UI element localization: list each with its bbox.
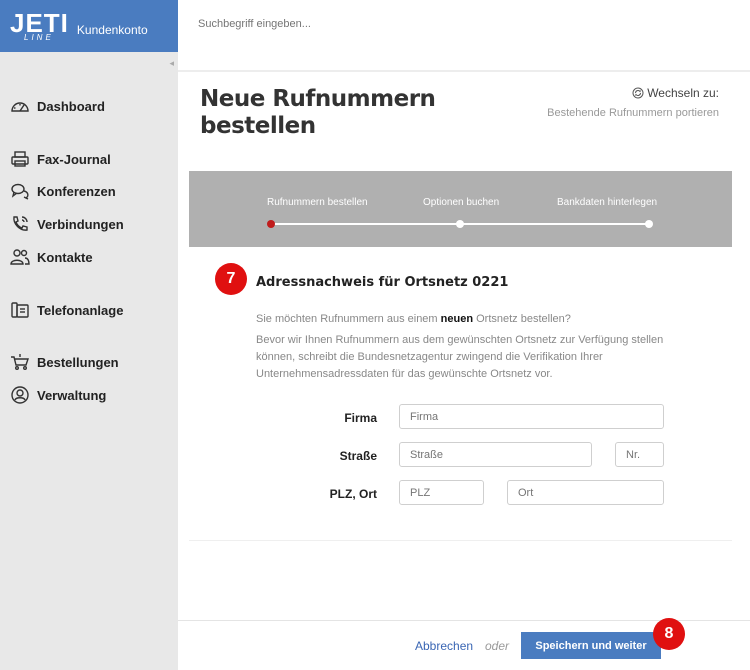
sidebar-item-dashboard[interactable]: Dashboard [10,97,105,115]
firma-field[interactable] [399,404,664,429]
user-circle-icon [11,386,29,404]
switch-label: Wechseln zu: [647,86,719,100]
jetiline-logo: JETI LINE [10,10,69,42]
switch-area: Wechseln zu: Bestehende Rufnummern porti… [547,86,719,119]
strasse-label: Straße [339,449,377,463]
cart-icon [11,354,29,370]
top-bar [178,0,750,52]
pbx-icon [11,302,29,318]
progress-stepper: Rufnummern bestellen Optionen buchen Ban… [189,171,732,247]
step-label-3: Bankdaten hinterlegen [557,197,658,208]
phone-icon [13,216,28,231]
contacts-icon [10,249,30,265]
step-dot-2 [456,220,464,228]
chat-icon [11,183,29,200]
dashboard-icon [11,102,29,112]
question-text: Sie möchten Rufnummern aus einem neuen O… [256,311,666,328]
collapse-sidebar-icon[interactable]: ◂ [169,58,174,69]
question-before: Sie möchten Rufnummern aus einem [256,313,441,325]
sidebar-item-label: Verbindungen [37,216,124,232]
page-title: Neue Rufnummern bestellen [200,86,436,139]
question-bold: neuen [440,313,474,325]
cancel-button[interactable]: Abbrechen [415,639,473,653]
sidebar-item-label: Bestellungen [37,354,119,370]
sidebar-item-telefonanlage[interactable]: Telefonanlage [10,301,123,319]
strasse-field[interactable] [399,442,592,467]
sidebar-item-konferenzen[interactable]: Konferenzen [10,182,116,200]
sidebar-item-verwaltung[interactable]: Verwaltung [10,386,106,404]
firma-label: Firma [344,411,377,425]
step-dot-3 [645,220,653,228]
info-text: Bevor wir Ihnen Rufnummern aus dem gewün… [256,334,664,380]
brand-header[interactable]: JETI LINE Kundenkonto [0,0,178,52]
plz-ort-label: PLZ, Ort [329,487,377,501]
sidebar-item-label: Kontakte [37,249,93,265]
save-and-continue-button[interactable]: Speichern und weiter [521,632,661,659]
sidebar-item-label: Dashboard [37,98,105,114]
step-label-1: Rufnummern bestellen [267,197,368,208]
switch-icon [632,87,644,99]
sidebar-item-label: Telefonanlage [37,302,124,318]
sidebar-item-verbindungen[interactable]: Verbindungen [10,215,124,233]
sidebar-item-fax-journal[interactable]: Fax-Journal [10,150,111,168]
printer-icon [11,151,29,167]
sidebar-item-label: Konferenzen [37,183,116,199]
question-after: Ortsnetz bestellen? [473,313,571,325]
or-separator: oder [485,639,510,653]
section-title: Adressnachweis für Ortsnetz 0221 [256,275,509,290]
sidebar-item-label: Fax-Journal [37,151,111,167]
house-number-field[interactable] [615,442,664,467]
search-input[interactable] [198,18,598,30]
step-badge-8: 8 [653,618,685,650]
section-divider [189,540,732,541]
sidebar-item-label: Verwaltung [37,387,107,403]
switch-label-row: Wechseln zu: [547,86,719,100]
step-label-2: Optionen buchen [423,197,500,208]
port-numbers-link[interactable]: Bestehende Rufnummern portieren [547,107,719,119]
step-dot-1 [267,220,275,228]
ort-field[interactable] [507,480,664,505]
sidebar-item-kontakte[interactable]: Kontakte [10,248,93,266]
brand-subtitle: Kundenkonto [76,23,148,37]
header-divider [178,70,750,72]
sidebar-item-bestellungen[interactable]: Bestellungen [10,353,119,371]
logo-bottom-text: LINE [24,33,54,42]
plz-field[interactable] [399,480,484,505]
step-badge-7: 7 [215,263,247,295]
